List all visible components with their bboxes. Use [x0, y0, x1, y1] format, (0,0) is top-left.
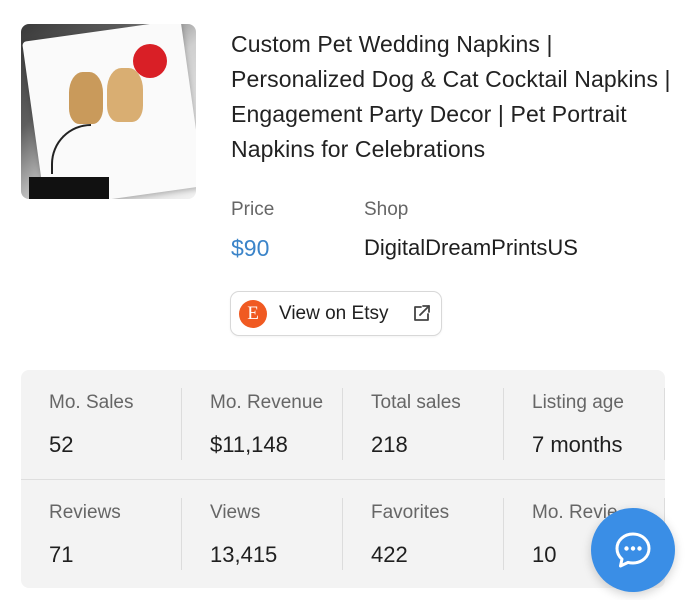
stat-value: 10 [532, 542, 557, 567]
stat-reviews: Reviews 71 [21, 480, 182, 588]
price-value: $90 [231, 235, 270, 261]
stats-panel: Mo. Sales 52 Mo. Revenue $11,148 Total s… [21, 370, 665, 588]
stat-favorites: Favorites 422 [343, 480, 504, 588]
dog-illustration [107, 68, 143, 122]
product-image[interactable] [21, 24, 196, 199]
stat-value: 13,415 [210, 542, 278, 567]
price-label: Price [231, 199, 275, 220]
red-badge [133, 44, 167, 78]
product-title[interactable]: Custom Pet Wedding Napkins | Personalize… [231, 27, 676, 167]
stat-value: $11,148 [210, 432, 288, 457]
etsy-logo-icon: E [239, 299, 267, 328]
stat-value: 7 months [532, 432, 623, 457]
dog-illustration [69, 72, 103, 124]
image-caption-strip [29, 177, 109, 199]
chat-bubble-icon [615, 532, 651, 568]
divider [664, 388, 665, 460]
stat-value: 71 [49, 542, 74, 567]
stat-label: Views [210, 502, 261, 523]
stat-label: Mo. Revenue [210, 392, 324, 413]
view-on-etsy-label: View on Etsy [279, 302, 389, 324]
external-link-icon [414, 305, 430, 321]
stat-label: Reviews [49, 502, 121, 523]
stat-mo-revenue: Mo. Revenue $11,148 [182, 370, 343, 479]
stat-label: Total sales [371, 392, 461, 413]
stat-value: 52 [49, 432, 74, 457]
stats-row: Reviews 71 Views 13,415 Favorites 422 Mo… [21, 479, 665, 588]
stat-value: 218 [371, 432, 408, 457]
stat-label: Listing age [532, 392, 624, 413]
stat-label: Favorites [371, 502, 450, 523]
stat-label: Mo. Sales [49, 392, 134, 413]
shop-label: Shop [364, 199, 409, 220]
chat-button[interactable] [591, 508, 675, 592]
stat-listing-age: Listing age 7 months [504, 370, 665, 479]
stats-row: Mo. Sales 52 Mo. Revenue $11,148 Total s… [21, 370, 665, 479]
stat-mo-sales: Mo. Sales 52 [21, 370, 182, 479]
stat-total-sales: Total sales 218 [343, 370, 504, 479]
stat-value: 422 [371, 542, 408, 567]
stat-views: Views 13,415 [182, 480, 343, 588]
shop-name[interactable]: DigitalDreamPrintsUS [364, 235, 578, 261]
view-on-etsy-button[interactable]: E View on Etsy [230, 291, 442, 336]
